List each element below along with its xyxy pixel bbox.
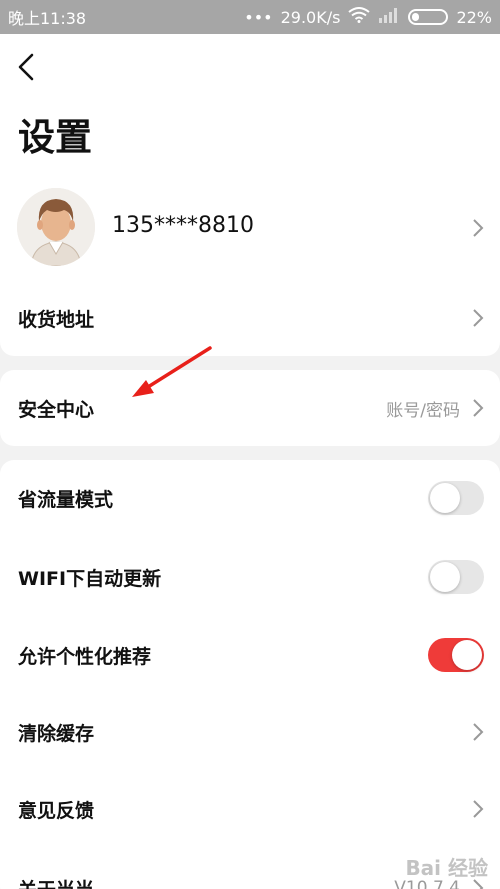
- chevron-right-icon: [473, 309, 484, 327]
- security-center-label: 安全中心: [18, 398, 95, 421]
- toggle-knob: [452, 640, 482, 670]
- status-time: 晚上11:38: [8, 9, 87, 28]
- row-shipping-address[interactable]: 收货地址: [0, 290, 500, 346]
- data-saver-toggle[interactable]: [428, 481, 484, 515]
- wifi-icon: [348, 7, 371, 27]
- shipping-address-label: 收货地址: [18, 308, 95, 331]
- network-speed: 29.0K/s: [280, 7, 341, 27]
- security-sub-label: 账号/密码: [386, 400, 460, 421]
- watermark: Bai 经验: [405, 856, 488, 880]
- row-clear-cache[interactable]: 清除缓存: [0, 704, 500, 760]
- battery-percent: 22%: [456, 7, 492, 27]
- about-label: 关于当当: [18, 875, 94, 889]
- more-dots-icon: •••: [244, 7, 273, 27]
- row-security-center[interactable]: 安全中心 账号/密码: [0, 380, 500, 436]
- toggle-knob: [430, 562, 460, 592]
- status-bar: 晚上11:38 ••• 29.0K/s 22%: [0, 0, 500, 34]
- annotation-arrow-icon: [132, 346, 212, 397]
- wifi-update-label: WIFI下自动更新: [18, 567, 162, 590]
- page-title: 设置: [18, 116, 92, 159]
- row-wifi-update: WIFI下自动更新: [0, 549, 500, 605]
- personalized-label: 允许个性化推荐: [18, 645, 152, 668]
- chevron-right-icon: [473, 399, 484, 417]
- back-button[interactable]: [14, 52, 40, 82]
- row-feedback[interactable]: 意见反馈: [0, 781, 500, 837]
- data-saver-label: 省流量模式: [18, 488, 114, 511]
- wifi-update-toggle[interactable]: [428, 560, 484, 594]
- personalized-toggle[interactable]: [428, 638, 484, 672]
- row-personalized: 允许个性化推荐: [0, 627, 500, 683]
- battery-icon: [408, 9, 449, 25]
- back-arrow-icon: [18, 53, 34, 81]
- feedback-label: 意见反馈: [18, 799, 95, 822]
- chevron-right-icon: [473, 219, 484, 237]
- chevron-right-icon: [473, 723, 484, 741]
- account-row[interactable]: [0, 196, 500, 260]
- chevron-right-icon: [473, 800, 484, 818]
- signal-icon: [378, 7, 400, 27]
- row-data-saver: 省流量模式: [0, 470, 500, 526]
- toggle-knob: [430, 483, 460, 513]
- clear-cache-label: 清除缓存: [18, 722, 95, 745]
